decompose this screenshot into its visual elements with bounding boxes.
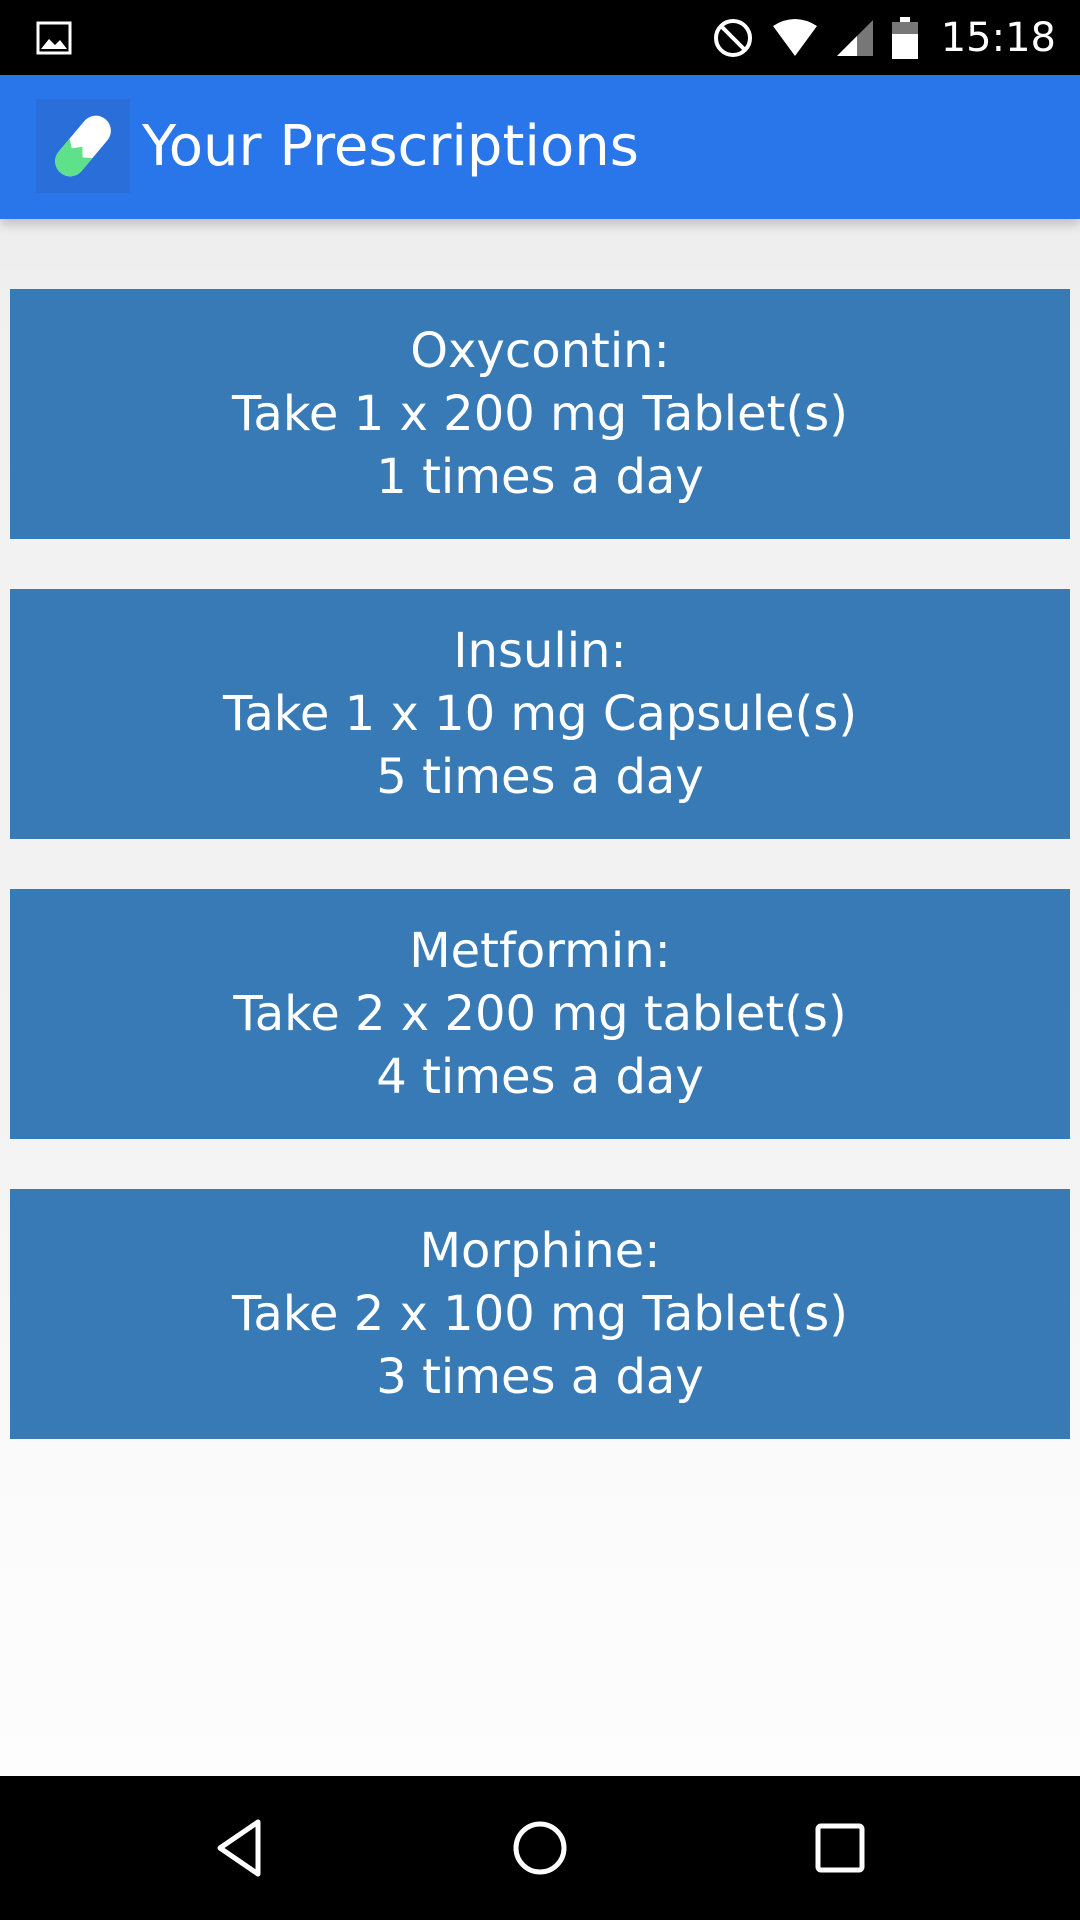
prescription-frequency: 5 times a day — [376, 748, 704, 805]
pill-capsule-icon — [36, 99, 130, 193]
app-bar: Your Prescriptions — [0, 75, 1080, 219]
status-clock: 15:18 — [940, 14, 1056, 61]
prescription-card-morphine[interactable]: Morphine: Take 2 x 100 mg Tablet(s) 3 ti… — [10, 1189, 1070, 1439]
prescription-name: Metformin: — [409, 922, 671, 979]
do-not-disturb-icon — [713, 18, 752, 57]
prescription-name: Oxycontin: — [410, 322, 670, 379]
prescription-dose: Take 2 x 200 mg tablet(s) — [233, 985, 847, 1042]
prescription-frequency: 4 times a day — [376, 1048, 704, 1105]
prescription-card-insulin[interactable]: Insulin: Take 1 x 10 mg Capsule(s) 5 tim… — [10, 589, 1070, 839]
prescription-dose: Take 1 x 200 mg Tablet(s) — [232, 385, 848, 442]
prescription-card-oxycontin[interactable]: Oxycontin: Take 1 x 200 mg Tablet(s) 1 t… — [10, 289, 1070, 539]
prescription-dose: Take 1 x 10 mg Capsule(s) — [222, 685, 858, 742]
page-title: Your Prescriptions — [142, 114, 639, 179]
prescription-frequency: 1 times a day — [376, 448, 704, 505]
image-notification-icon — [36, 21, 72, 55]
system-nav-bar — [0, 1776, 1080, 1920]
prescription-card-metformin[interactable]: Metformin: Take 2 x 200 mg tablet(s) 4 t… — [10, 889, 1070, 1139]
prescription-name: Insulin: — [453, 622, 627, 679]
home-icon[interactable] — [508, 1816, 572, 1880]
recents-icon[interactable] — [808, 1816, 872, 1880]
wifi-icon — [772, 18, 817, 56]
prescription-frequency: 3 times a day — [376, 1348, 704, 1405]
prescription-dose: Take 2 x 100 mg Tablet(s) — [232, 1285, 848, 1342]
prescription-list: Oxycontin: Take 1 x 200 mg Tablet(s) 1 t… — [10, 289, 1070, 1489]
back-icon[interactable] — [208, 1816, 272, 1880]
status-icons: 15:18 — [711, 0, 1056, 75]
battery-icon — [891, 16, 918, 59]
prescriptions-content: Oxycontin: Take 1 x 200 mg Tablet(s) 1 t… — [0, 219, 1080, 1776]
status-bar: 15:18 — [0, 0, 1080, 75]
prescription-name: Morphine: — [419, 1222, 661, 1279]
cell-signal-icon — [836, 19, 873, 56]
